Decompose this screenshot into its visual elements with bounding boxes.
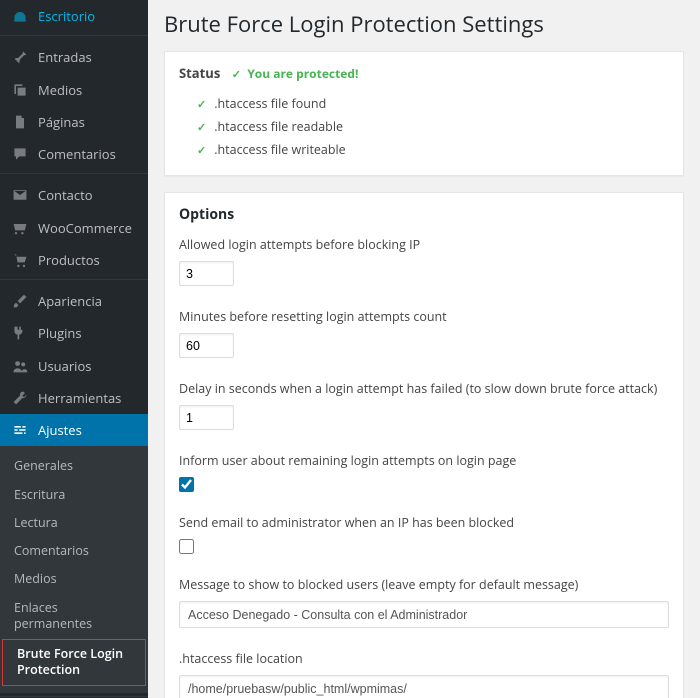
sidebar-item-posts[interactable]: Entradas [0,41,148,73]
inform-user-label: Inform user about remaining login attemp… [179,452,669,469]
status-check-item: .htaccess file writeable [197,138,669,161]
sidebar-item-label: Comentarios [38,146,116,162]
sidebar-item-label: Medios [38,82,82,98]
sidebar-item-label: Escritorio [38,8,95,24]
submenu-item-brute-force[interactable]: Brute Force Login Protection [3,640,145,685]
status-text: You are protected! [247,65,358,82]
reset-minutes-input[interactable] [179,333,234,358]
comment-icon [10,146,30,162]
pin-icon [10,49,30,65]
admin-sidebar: Escritorio Entradas Medios Páginas Comen… [0,0,148,698]
sidebar-item-users[interactable]: Usuarios [0,350,148,382]
delay-seconds-input[interactable] [179,405,234,430]
reset-minutes-label: Minutes before resetting login attempts … [179,308,669,325]
status-check-item: .htaccess file readable [197,115,669,138]
submenu-item-general[interactable]: Generales [0,452,148,480]
cart-icon [10,252,30,268]
email-admin-checkbox[interactable] [179,539,194,554]
submenu-item-media[interactable]: Medios [0,565,148,593]
users-icon [10,358,30,374]
blocked-message-label: Message to show to blocked users (leave … [179,576,669,593]
blocked-message-input[interactable] [179,601,669,628]
mail-icon [10,187,30,203]
status-label: Status [179,64,220,82]
sidebar-item-label: Contacto [38,187,93,203]
sidebar-item-label: Ajustes [38,422,82,438]
settings-submenu: Generales Escritura Lectura Comentarios … [0,446,148,692]
submenu-item-writing[interactable]: Escritura [0,481,148,509]
submenu-item-discussion[interactable]: Comentarios [0,537,148,565]
sidebar-item-label: WooCommerce [38,220,132,236]
check-icon: ✓ [232,67,241,82]
media-icon [10,82,30,98]
dashboard-icon [10,8,30,24]
allowed-attempts-input[interactable] [179,261,234,286]
content-area: Brute Force Login Protection Settings St… [148,0,700,698]
plug-icon [10,325,30,341]
sidebar-item-pages[interactable]: Páginas [0,106,148,138]
sidebar-item-label: Apariencia [38,293,102,309]
sidebar-item-settings[interactable]: Ajustes [0,414,148,446]
sidebar-item-label: Plugins [38,325,82,341]
brush-icon [10,293,30,309]
email-admin-label: Send email to administrator when an IP h… [179,514,669,531]
sidebar-item-contact[interactable]: Contacto [0,179,148,211]
status-panel: Status ✓ You are protected! .htaccess fi… [164,51,684,176]
options-panel: Options Allowed login attempts before bl… [164,192,684,698]
woocommerce-icon [10,220,30,236]
sidebar-item-plugins[interactable]: Plugins [0,317,148,349]
status-line: Status ✓ You are protected! [179,64,669,82]
sidebar-item-label: Entradas [38,49,92,65]
htaccess-location-label: .htaccess file location [179,650,669,667]
options-heading: Options [179,205,669,224]
sliders-icon [10,422,30,438]
delay-seconds-label: Delay in seconds when a login attempt ha… [179,380,669,397]
sidebar-item-label: Páginas [38,114,85,130]
sidebar-item-tools[interactable]: Herramientas [0,382,148,414]
sidebar-item-comments[interactable]: Comentarios [0,138,148,170]
status-checks: .htaccess file found .htaccess file read… [197,92,669,161]
wrench-icon [10,390,30,406]
sidebar-item-appearance[interactable]: Apariencia [0,285,148,317]
sidebar-item-label: Herramientas [38,390,121,406]
sidebar-item-dashboard[interactable]: Escritorio [0,0,148,32]
inform-user-checkbox[interactable] [179,477,194,492]
sidebar-item-label: Productos [38,252,100,268]
page-icon [10,114,30,130]
submenu-item-permalinks[interactable]: Enlaces permanentes [0,594,148,639]
sidebar-item-label: Usuarios [38,358,91,374]
highlight-box: Brute Force Login Protection [2,639,146,686]
sidebar-item-media[interactable]: Medios [0,74,148,106]
page-title: Brute Force Login Protection Settings [164,9,684,39]
allowed-attempts-label: Allowed login attempts before blocking I… [179,236,669,253]
sidebar-item-products[interactable]: Productos [0,244,148,276]
htaccess-location-input[interactable] [179,675,669,698]
sidebar-item-woocommerce[interactable]: WooCommerce [0,212,148,244]
submenu-item-reading[interactable]: Lectura [0,509,148,537]
status-check-item: .htaccess file found [197,92,669,115]
